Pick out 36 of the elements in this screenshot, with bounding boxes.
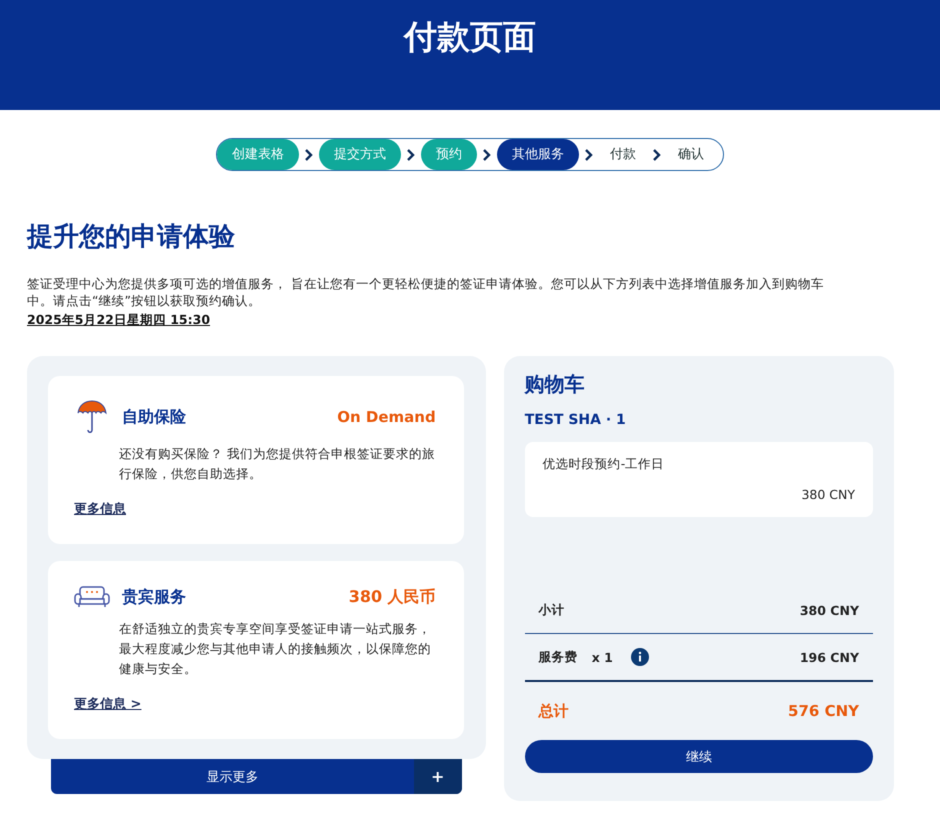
chevron-icon <box>584 148 594 160</box>
intro-text: 签证受理中心为您提供多项可选的增值服务， 旨在让您有一个更轻松便捷的签证申请体验。您可以从下方列表中选择增值服务加入到购物车中。请点击“继续”按钮以获取预约确认。 <box>27 275 825 309</box>
sofa-icon <box>74 585 110 609</box>
continue-button[interactable]: 继续 <box>524 740 873 773</box>
service-title: 自助保险 <box>122 406 187 428</box>
quantity-label: x 1 <box>592 650 613 664</box>
date-link[interactable]: 2025年5月22日星期四 15:30 <box>27 311 210 328</box>
umbrella-icon <box>77 400 107 434</box>
service-price: On Demand <box>337 408 436 426</box>
chevron-icon <box>482 148 492 160</box>
step-tab[interactable]: 确认 <box>667 139 715 170</box>
cart-title: 购物车 <box>524 371 586 398</box>
chevron-icon <box>304 148 314 160</box>
applicant-label: TEST SHA · 1 <box>524 412 627 428</box>
service-description: 在舒适独立的贵宾专享空间享受签证申请一站式服务，最大程度减少您与其他申请人的接触频次，以保障您的健康与安全。 <box>119 620 432 678</box>
service-price: 380 人民币 <box>348 586 436 608</box>
chevron-icon <box>406 148 416 160</box>
service-description: 还没有购买保险？ 我们为您提供符合申根签证要求的旅行保险，供您自助选择。 <box>119 445 436 483</box>
total-value: 576 CNY <box>788 702 859 720</box>
item-price: 380 CNY <box>801 487 855 502</box>
service-fee-label: 服务费 <box>538 648 578 666</box>
chevron-icon <box>652 148 662 160</box>
subtotal-label: 小计 <box>538 602 565 618</box>
service-title: 贵宾服务 <box>122 586 187 608</box>
step-tab[interactable]: 付款 <box>599 139 647 170</box>
section-heading: 提升您的申请体验 <box>27 221 236 254</box>
more-info-link[interactable]: 更多信息 <box>74 500 126 518</box>
total-label: 总计 <box>538 702 569 720</box>
more-info-link[interactable]: 更多信息 > <box>74 695 142 713</box>
page-title: 付款页面 <box>404 16 536 58</box>
item-name: 优选时段预约-工作日 <box>542 456 666 473</box>
show-more-button[interactable]: 显示更多 + <box>51 759 462 794</box>
info-icon[interactable] <box>630 648 649 666</box>
subtotal-value: 380 CNY <box>800 602 859 618</box>
service-fee-value: 196 CNY <box>800 650 859 664</box>
step-tab[interactable]: 其他服务 <box>497 139 579 170</box>
